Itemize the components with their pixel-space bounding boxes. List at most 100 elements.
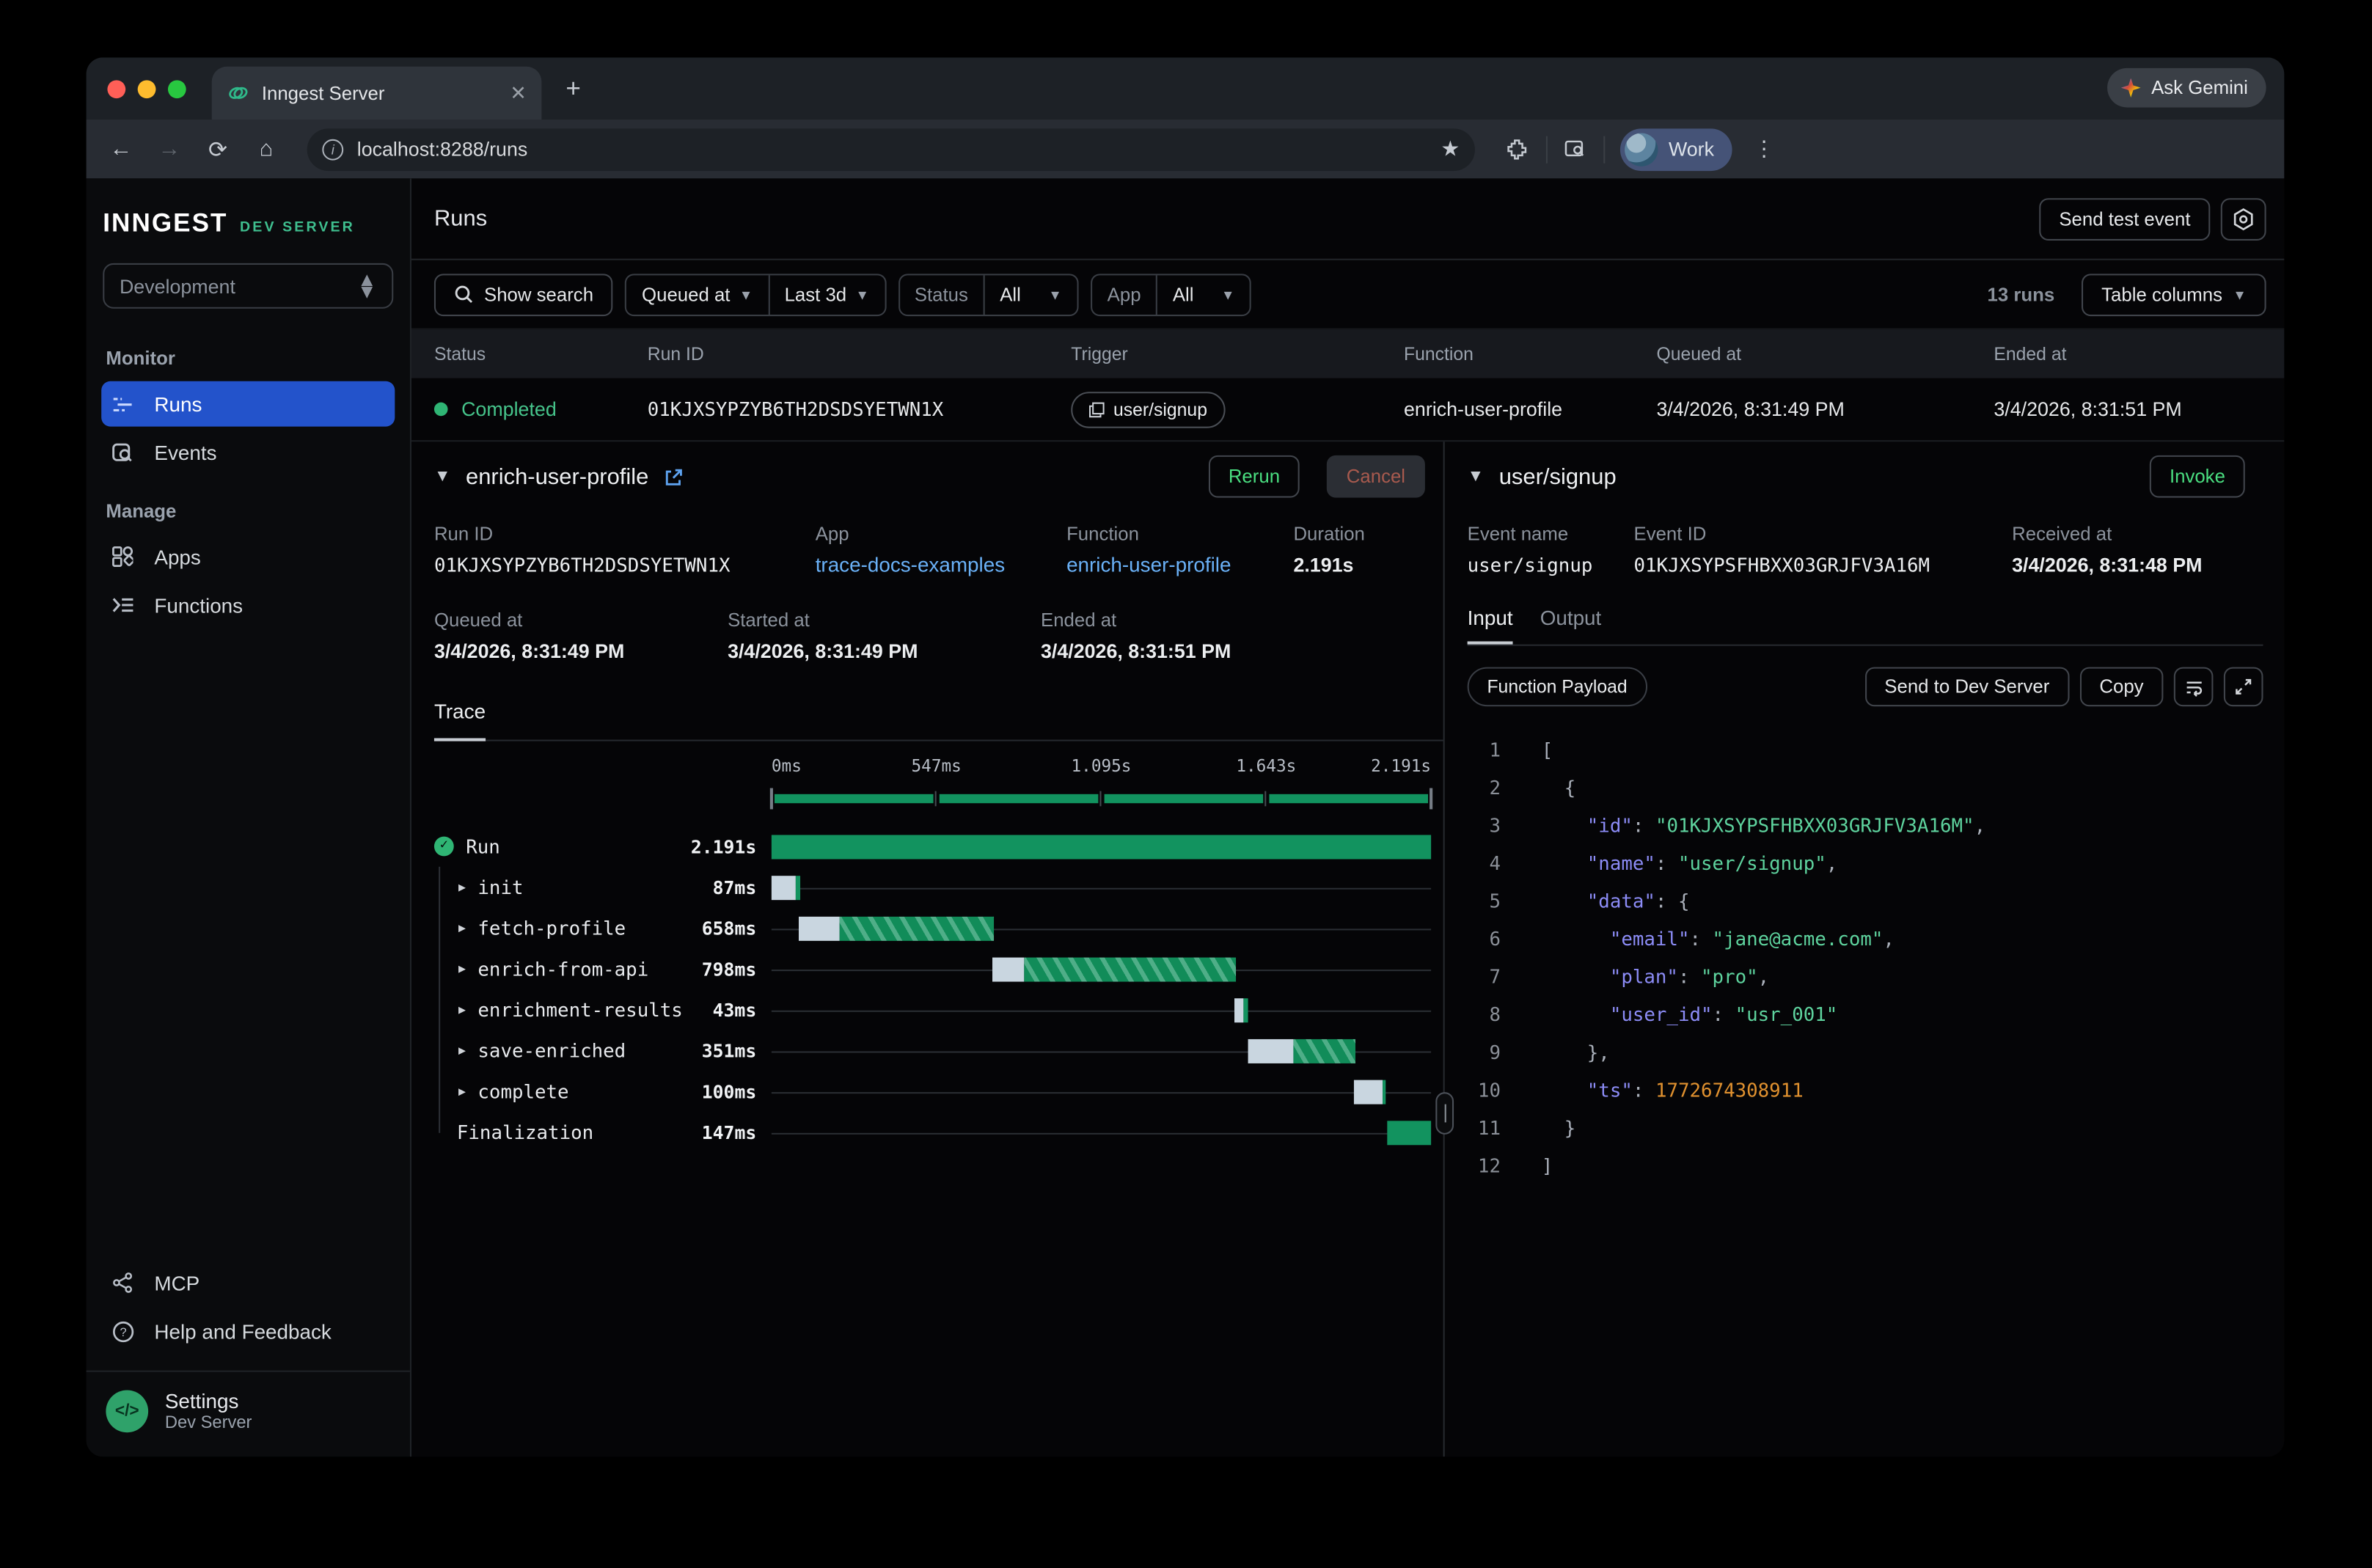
expand-step-chevron-icon[interactable]: ▶ [458, 880, 466, 894]
tab-input[interactable]: Input [1468, 607, 1513, 645]
reload-icon[interactable]: ⟳ [198, 136, 238, 163]
copy-button[interactable]: Copy [2080, 667, 2164, 707]
collapse-chevron-icon[interactable]: ▼ [434, 467, 450, 486]
bookmark-star-icon[interactable]: ★ [1441, 136, 1460, 162]
show-search-button[interactable]: Show search [434, 273, 613, 315]
trace-row-finalization[interactable]: Finalization147ms [434, 1112, 1443, 1153]
sidebar-item-functions[interactable]: Functions [101, 582, 395, 628]
collapse-chevron-icon[interactable]: ▼ [1468, 467, 1484, 486]
expand-step-chevron-icon[interactable]: ▶ [458, 921, 466, 935]
code-line: 9 }, [1468, 1033, 2263, 1071]
function-label: Function [1066, 524, 1293, 545]
column-header-trigger[interactable]: Trigger [1071, 343, 1404, 364]
events-search-icon [112, 442, 138, 463]
status-filter-button[interactable]: All ▼ [984, 274, 1077, 314]
browser-menu-icon[interactable]: ⋮ [1754, 136, 1775, 162]
table-columns-button[interactable]: Table columns ▼ [2082, 273, 2266, 315]
expand-step-chevron-icon[interactable]: ▶ [458, 1003, 466, 1016]
function-link[interactable]: enrich-user-profile [1066, 554, 1293, 576]
app-filter-button[interactable]: All ▼ [1156, 274, 1250, 314]
column-header-run-id[interactable]: Run ID [648, 343, 1072, 364]
trace-row-complete[interactable]: ▶complete100ms [434, 1071, 1443, 1112]
browser-tab[interactable]: Inngest Server ✕ [212, 67, 542, 120]
close-window-button[interactable] [107, 80, 125, 98]
trigger-pill[interactable]: user/signup [1071, 391, 1225, 428]
time-range-button[interactable]: Last 3d ▼ [768, 274, 885, 314]
column-header-ended-at[interactable]: Ended at [1994, 343, 2261, 364]
main-area: Runs Send test event [411, 178, 2284, 1457]
column-header-queued-at[interactable]: Queued at [1656, 343, 1994, 364]
sidebar-item-help[interactable]: ? Help and Feedback [101, 1308, 395, 1354]
main-header: Runs Send test event [411, 178, 2284, 260]
profile-chip[interactable]: Work [1620, 128, 1732, 170]
pane-resize-handle[interactable] [1435, 1092, 1454, 1135]
trace-bar-segment-solid [1383, 1080, 1386, 1104]
extensions-icon[interactable] [1505, 136, 1531, 162]
app-link[interactable]: trace-docs-examples [816, 554, 1066, 576]
status-filter: Status All ▼ [898, 273, 1078, 315]
zoom-window-button[interactable] [168, 80, 186, 98]
trace-row-run[interactable]: ✓Run2.191s [434, 826, 1443, 867]
status-label: Status [915, 284, 968, 305]
dev-server-code-icon: </> [106, 1390, 148, 1432]
payload-code-editor[interactable]: 1[2 {3 "id": "01KJXSYPSFHBXX03GRJFV3A16M… [1468, 730, 2263, 1184]
new-tab-button[interactable]: + [565, 76, 580, 101]
code-line: 5 "data": { [1468, 882, 2263, 920]
trace-row-enrichment-results[interactable]: ▶enrichment-results43ms [434, 989, 1443, 1030]
event-id-label: Event ID [1634, 524, 2013, 545]
address-bar[interactable]: i localhost:8288/runs ★ [307, 128, 1475, 170]
sidebar-item-settings[interactable]: </> Settings Dev Server [87, 1372, 410, 1457]
send-to-dev-server-button[interactable]: Send to Dev Server [1864, 667, 2069, 707]
toolbar-right: Work ⋮ [1505, 128, 1774, 170]
ask-gemini-button[interactable]: Ask Gemini [2107, 68, 2266, 108]
send-test-event-button[interactable]: Send test event [2040, 197, 2211, 240]
queued-at-field-button[interactable]: Queued at ▼ [626, 274, 767, 314]
timeline-minimap[interactable] [772, 787, 1431, 811]
function-payload-pill[interactable]: Function Payload [1468, 667, 1647, 707]
environment-select[interactable]: Development ▲▼ [103, 263, 393, 309]
sidebar-item-events[interactable]: Events [101, 430, 395, 475]
tab-output[interactable]: Output [1540, 607, 1602, 645]
minimize-window-button[interactable] [138, 80, 156, 98]
sidebar-item-runs[interactable]: Runs [101, 381, 395, 427]
row-status: Completed [461, 398, 557, 420]
trace-row-save-enriched[interactable]: ▶save-enriched351ms [434, 1030, 1443, 1071]
table-row[interactable]: Completed 01KJXSYPZYB6TH2DSDSYETWN1X use… [411, 378, 2284, 442]
expand-step-chevron-icon[interactable]: ▶ [458, 1085, 466, 1099]
expand-button[interactable] [2224, 667, 2263, 707]
sidebar-item-apps[interactable]: Apps [101, 534, 395, 579]
column-header-function[interactable]: Function [1404, 343, 1656, 364]
tab-close-icon[interactable]: ✕ [510, 81, 526, 105]
column-header-status[interactable]: Status [434, 343, 648, 364]
event-id-value: 01KJXSYPSFHBXX03GRJFV3A16M [1634, 554, 2013, 576]
rerun-button[interactable]: Rerun [1209, 455, 1300, 498]
event-name-label: Event name [1468, 524, 1634, 545]
invoke-button[interactable]: Invoke [2150, 455, 2245, 498]
code-line: 3 "id": "01KJXSYPSFHBXX03GRJFV3A16M", [1468, 806, 2263, 844]
external-link-icon[interactable] [664, 466, 684, 486]
cancel-button[interactable]: Cancel [1327, 455, 1425, 498]
search-tabs-icon[interactable] [1563, 136, 1589, 162]
tab-trace[interactable]: Trace [434, 700, 486, 741]
expand-step-chevron-icon[interactable]: ▶ [458, 962, 466, 976]
trace-row-enrich-from-api[interactable]: ▶enrich-from-api798ms [434, 948, 1443, 989]
forward-icon[interactable]: → [150, 136, 189, 162]
back-icon[interactable]: ← [101, 136, 141, 162]
site-info-icon[interactable]: i [322, 139, 343, 160]
invoke-label: Invoke [2170, 466, 2225, 487]
code-line: 10 "ts": 1772674308911 [1468, 1071, 2263, 1109]
trace-row-fetch-profile[interactable]: ▶fetch-profile658ms [434, 908, 1443, 949]
settings-gear-button[interactable] [2221, 197, 2266, 240]
step-duration: 2.191s [691, 836, 756, 857]
home-icon[interactable]: ⌂ [246, 136, 286, 162]
sidebar-item-mcp[interactable]: MCP [101, 1260, 395, 1305]
word-wrap-button[interactable] [2174, 667, 2214, 707]
started-at-label: Started at [728, 609, 1041, 631]
logo-row: INNGEST DEV SERVER [87, 178, 410, 260]
expand-step-chevron-icon[interactable]: ▶ [458, 1044, 466, 1058]
trace-row-init[interactable]: ▶init87ms [434, 867, 1443, 908]
run-meta-row-1: Run ID 01KJXSYPZYB6TH2DSDSYETWN1X App tr… [434, 524, 1443, 576]
received-at-value: 3/4/2026, 8:31:48 PM [2012, 554, 2202, 576]
row-ended-at: 3/4/2026, 8:31:51 PM [1994, 398, 2261, 420]
step-name: enrichment-results [477, 998, 682, 1021]
